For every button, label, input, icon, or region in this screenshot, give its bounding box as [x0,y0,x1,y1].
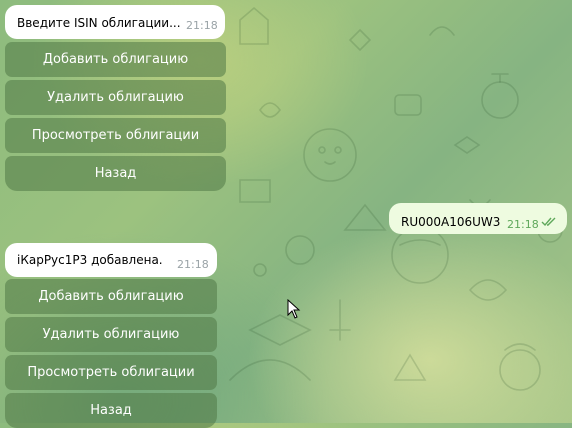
message-text: RU000A106UW3 [401,215,501,229]
message-bubble-incoming: Введите ISIN облигации... 21:18 [5,5,225,39]
back-button[interactable]: Назад [5,156,226,191]
message-time: 21:18 [177,258,209,271]
message-time: 21:18 [507,218,539,231]
message-bubble-incoming: iКарРус1P3 добавлена. 21:18 [5,243,217,277]
delete-bond-button[interactable]: Удалить облигацию [5,317,217,352]
add-bond-button[interactable]: Добавить облигацию [5,279,217,314]
message-bubble-outgoing: RU000A106UW3 21:18 [389,203,567,234]
delete-bond-button[interactable]: Удалить облигацию [5,80,226,115]
add-bond-button[interactable]: Добавить облигацию [5,42,226,77]
view-bonds-button[interactable]: Просмотреть облигации [5,118,226,153]
view-bonds-button[interactable]: Просмотреть облигации [5,355,217,390]
message-text: Введите ISIN облигации... [17,16,181,30]
message-text: iКарРус1P3 добавлена. [17,253,163,267]
mouse-pointer-icon [287,299,301,319]
double-check-icon [541,217,556,227]
message-time: 21:18 [186,19,218,32]
